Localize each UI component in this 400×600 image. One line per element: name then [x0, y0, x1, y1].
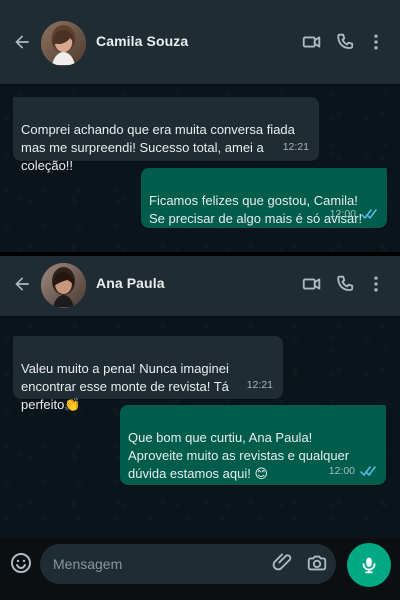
phone-icon	[337, 33, 354, 49]
message-time-value: 12:21	[246, 379, 273, 391]
avatar-image	[41, 263, 86, 308]
video-camera-icon	[302, 278, 321, 290]
vertical-dots-icon	[374, 276, 378, 292]
arrow-left-icon	[15, 277, 29, 291]
back-button[interactable]	[10, 30, 34, 54]
menu-button[interactable]	[364, 272, 388, 296]
message-time-value: 12:00	[328, 465, 355, 477]
message-time: 12:21	[283, 138, 309, 156]
arrow-left-icon	[15, 35, 29, 49]
back-button[interactable]	[10, 272, 34, 296]
smile-icon	[11, 553, 31, 573]
message-bubble-outgoing[interactable]: Que bom que curtiu, Ana Paula! Aproveite…	[120, 405, 386, 485]
chat-panel-ana: Ana Paula Valeu muito a pena! Nunca imag…	[0, 256, 400, 538]
menu-button[interactable]	[364, 30, 388, 54]
read-receipt-icon	[360, 465, 376, 476]
camera-button[interactable]	[306, 552, 328, 574]
chat-header: Camila Souza	[0, 0, 400, 84]
contact-name[interactable]: Ana Paula	[96, 275, 165, 291]
message-time-value: 12:00	[329, 208, 356, 220]
attach-button[interactable]	[272, 551, 294, 573]
microphone-icon	[362, 557, 376, 574]
emoji-button[interactable]	[9, 551, 33, 575]
read-receipt-icon	[361, 208, 377, 219]
chat-header: Ana Paula	[0, 256, 400, 316]
avatar[interactable]	[41, 21, 86, 66]
avatar[interactable]	[41, 263, 86, 308]
video-call-button[interactable]	[300, 272, 324, 296]
message-bubble-outgoing[interactable]: Ficamos felizes que gostou, Camila! Se p…	[141, 168, 387, 228]
message-text: Comprei achando que era muita conversa f…	[21, 122, 295, 173]
message-time-value: 12:21	[282, 141, 309, 153]
paperclip-icon	[272, 553, 292, 571]
message-bubble-incoming[interactable]: Valeu muito a pena! Nunca imaginei encon…	[13, 336, 283, 412]
message-bubble-incoming[interactable]: Comprei achando que era muita conversa f…	[13, 97, 319, 173]
camera-icon	[307, 555, 327, 571]
message-time: 12:21	[247, 376, 273, 394]
avatar-image	[41, 21, 86, 66]
voice-call-button[interactable]	[333, 30, 357, 54]
message-time: 12:00	[330, 205, 377, 223]
video-call-button[interactable]	[300, 30, 324, 54]
message-composer	[0, 538, 400, 600]
phone-icon	[337, 275, 354, 291]
voice-call-button[interactable]	[333, 272, 357, 296]
video-camera-icon	[302, 36, 321, 48]
contact-name[interactable]: Camila Souza	[96, 33, 188, 49]
voice-message-button[interactable]	[347, 543, 391, 587]
message-time: 12:00	[329, 462, 376, 480]
vertical-dots-icon	[374, 34, 378, 50]
chat-panel-camila: Camila Souza Comprei achando que era mui…	[0, 0, 400, 252]
